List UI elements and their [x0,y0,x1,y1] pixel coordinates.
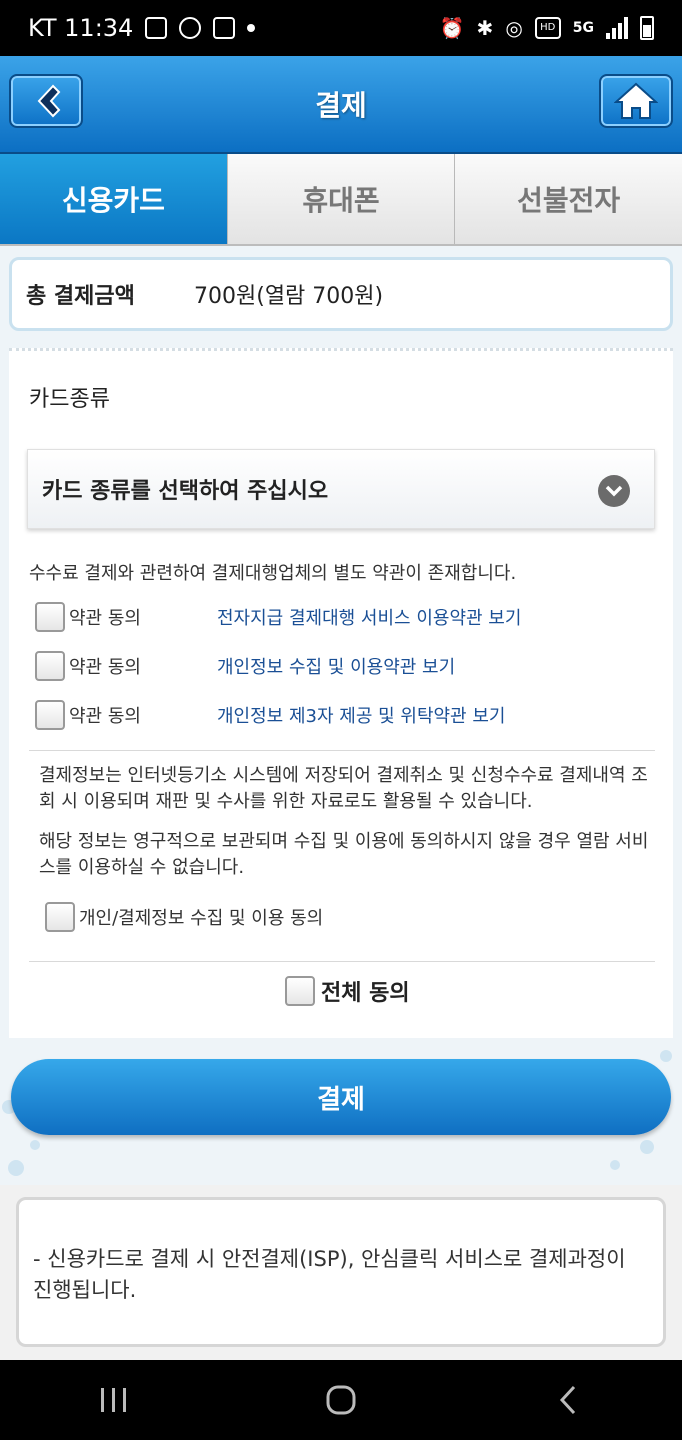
payment-info-text: - 신용카드로 결제 시 안전결제(ISP), 안심클릭 서비스로 결제과정이 … [33,1247,626,1302]
chevron-down-icon [598,475,630,507]
back-nav-icon [560,1385,576,1415]
talk-icon [179,17,202,39]
payment-info-box: - 신용카드로 결제 시 안전결제(ISP), 안심클릭 서비스로 결제과정이 … [16,1197,666,1347]
home-button[interactable] [599,74,673,128]
call-icon [213,17,236,39]
back-arrow-icon [37,84,61,118]
decor-dot [8,1160,24,1176]
card-type-select[interactable]: 카드 종류를 선택하여 주십시오 [27,449,655,529]
term-row-third-party: 약관 동의 개인정보 제3자 제공 및 위탁약관 보기 [35,699,505,731]
divider [29,750,655,751]
consent-row: 개인/결제정보 수집 및 이용 동의 [45,901,323,933]
consent-label: 개인/결제정보 수집 및 이용 동의 [79,908,324,929]
total-label: 총 결제금액 [26,284,135,309]
pay-button[interactable]: 결제 [11,1059,671,1135]
term-agree-label: 약관 동의 [69,608,141,629]
battery-icon [640,16,654,40]
payment-form-panel: 카드종류 카드 종류를 선택하여 주십시오 수수료 결제와 관련하여 결제대행업… [9,348,673,1038]
card-type-placeholder: 카드 종류를 선택하여 주십시오 [42,479,329,504]
info-paragraph-retention: 해당 정보는 영구적으로 보관되며 수집 및 이용에 동의하시지 않을 경우 열… [39,831,649,878]
recent-apps-icon [100,1388,126,1412]
back-button[interactable] [9,74,83,128]
more-notifications-icon [247,24,256,32]
gallery-icon [145,17,168,39]
system-nav-bar [0,1360,682,1440]
all-agree-label: 전체 동의 [321,981,410,1006]
signal-icon [606,17,628,39]
total-value: 700원(열람 700원) [194,284,384,309]
term-link-third-party[interactable]: 개인정보 제3자 제공 및 위탁약관 보기 [217,702,505,728]
bluetooth-icon: ✱ [476,16,494,40]
network-type: 5G [572,20,594,36]
decor-dot [610,1160,620,1170]
total-amount-box: 총 결제금액 700원(열람 700원) [9,257,673,331]
divider [29,961,655,962]
term-agree-label: 약관 동의 [69,706,141,727]
status-bar: KT 11:34 ⏰ ✱ ◎ HD 5G [0,0,682,56]
term-row-payment-agency: 약관 동의 전자지급 결제대행 서비스 이용약관 보기 [35,601,521,633]
term-checkbox[interactable] [35,651,65,681]
term-row-privacy-collection: 약관 동의 개인정보 수집 및 이용약관 보기 [35,650,455,682]
term-agree-label: 약관 동의 [69,657,141,678]
tab-mobile[interactable]: 휴대폰 [226,154,455,244]
home-nav-button[interactable] [301,1370,381,1430]
tab-prepaid[interactable]: 선불전자 [454,154,682,244]
all-agree-checkbox[interactable] [285,976,315,1006]
home-icon [614,82,658,119]
consent-checkbox[interactable] [45,902,75,932]
app-header: 결제 [0,56,682,154]
hd-icon: HD [534,17,561,39]
status-time: KT 11:34 [28,14,134,42]
decor-dot [30,1140,40,1150]
page-title: 결제 [315,89,367,122]
home-nav-icon [326,1385,356,1415]
card-type-title: 카드종류 [29,387,110,412]
tab-credit-card[interactable]: 신용카드 [0,154,227,244]
alarm-icon: ⏰ [439,16,465,40]
info-paragraph-storage: 결제정보는 인터넷등기소 시스템에 저장되어 결제취소 및 신청수수료 결제내역… [39,765,648,812]
fee-terms-notice: 수수료 결제와 관련하여 결제대행업체의 별도 약관이 존재합니다. [29,563,517,584]
decor-dot [640,1140,654,1154]
back-nav-button[interactable] [528,1370,608,1430]
term-checkbox[interactable] [35,602,65,632]
term-link-payment-agency[interactable]: 전자지급 결제대행 서비스 이용약관 보기 [217,604,521,630]
recent-apps-button[interactable] [74,1370,154,1430]
term-checkbox[interactable] [35,700,65,730]
hotspot-icon: ◎ [505,16,523,40]
all-agree-row: 전체 동의 [285,975,410,1007]
decor-dot [660,1050,672,1062]
term-link-privacy-collection[interactable]: 개인정보 수집 및 이용약관 보기 [217,653,455,679]
payment-tabs: 신용카드 휴대폰 선불전자 [0,154,682,246]
